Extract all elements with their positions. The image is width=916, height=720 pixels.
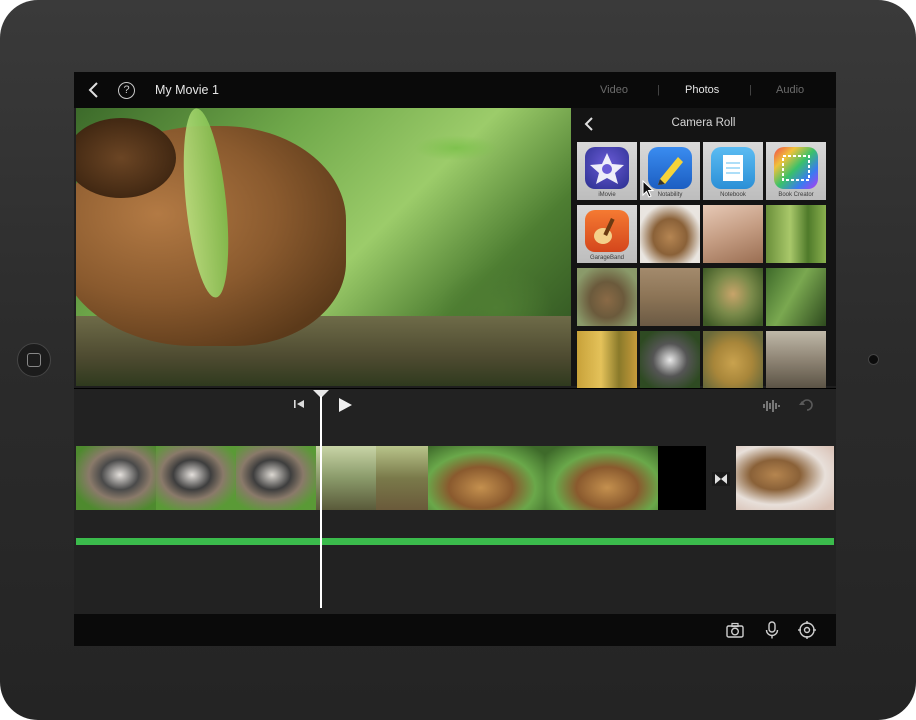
timeline-clip[interactable] [156, 446, 236, 510]
app-label: GarageBand [589, 255, 625, 261]
photo-thumbnail[interactable]: Book Creator [766, 142, 826, 200]
tab-audio[interactable]: Audio [776, 84, 804, 96]
photo-thumbnail[interactable] [766, 205, 826, 263]
skip-to-start-icon[interactable] [292, 397, 308, 411]
photo-thumbnail[interactable] [703, 331, 763, 389]
photo-thumbnail[interactable]: Notebook [703, 142, 763, 200]
browser-header: Camera Roll [571, 108, 836, 140]
tab-photos[interactable]: Photos [685, 84, 719, 96]
notability-app-icon [648, 147, 692, 189]
camera-icon[interactable] [725, 620, 745, 640]
photo-thumbnail[interactable]: GarageBand [577, 205, 637, 263]
photo-thumbnail[interactable] [703, 268, 763, 326]
timeline-clip[interactable] [736, 446, 834, 510]
timeline[interactable] [74, 388, 836, 614]
timeline-clip[interactable] [236, 446, 316, 510]
back-icon[interactable] [84, 80, 104, 100]
album-title: Camera Roll [671, 117, 736, 129]
photo-grid: iMovie Notability Notebook Book Creator [577, 142, 831, 389]
tab-divider: | [749, 84, 752, 96]
undo-icon[interactable] [798, 398, 814, 412]
front-camera [868, 354, 879, 365]
notebook-app-icon [711, 147, 755, 189]
transition-icon[interactable] [712, 472, 730, 486]
app-label: iMovie [598, 192, 616, 198]
home-button[interactable] [17, 343, 51, 377]
photo-thumbnail[interactable] [640, 205, 700, 263]
timeline-clip[interactable] [545, 446, 658, 510]
audio-track[interactable] [76, 538, 834, 545]
imovie-app-icon [585, 147, 629, 189]
mouse-cursor-icon [642, 180, 654, 198]
timeline-clip[interactable] [76, 446, 156, 510]
top-bar: ? My Movie 1 Video | Photos | Audio [74, 72, 836, 108]
bottom-bar [74, 614, 836, 646]
media-browser: Camera Roll iMovie Notability Notebook B… [571, 108, 836, 389]
book-creator-app-icon [774, 147, 818, 189]
video-track [76, 446, 836, 510]
photo-thumbnail[interactable] [640, 331, 700, 389]
photo-thumbnail[interactable]: iMovie [577, 142, 637, 200]
play-icon[interactable] [336, 396, 354, 414]
tab-video[interactable]: Video [600, 84, 628, 96]
photo-thumbnail[interactable] [577, 331, 637, 389]
imovie-screen: ? My Movie 1 Video | Photos | Audio Came… [74, 72, 836, 646]
timeline-clip[interactable] [658, 446, 706, 510]
tab-divider: | [657, 84, 660, 96]
timeline-divider [74, 388, 836, 389]
settings-icon[interactable] [797, 620, 817, 640]
timeline-clip[interactable] [376, 446, 428, 510]
home-square-icon [27, 353, 41, 367]
playhead[interactable] [320, 396, 322, 608]
garageband-app-icon [585, 210, 629, 252]
app-label: Book Creator [778, 192, 814, 198]
app-label: Notebook [720, 192, 746, 198]
photo-thumbnail[interactable] [766, 268, 826, 326]
microphone-icon[interactable] [762, 620, 782, 640]
timeline-clip[interactable] [316, 446, 376, 510]
photo-thumbnail[interactable] [703, 205, 763, 263]
timeline-clip[interactable] [428, 446, 545, 510]
photo-thumbnail[interactable] [577, 268, 637, 326]
audio-waveform-icon[interactable] [762, 399, 780, 413]
photo-thumbnail[interactable] [640, 268, 700, 326]
help-icon[interactable]: ? [118, 82, 135, 99]
project-title: My Movie 1 [155, 83, 219, 97]
video-preview[interactable] [76, 108, 571, 386]
photo-thumbnail[interactable] [766, 331, 826, 389]
